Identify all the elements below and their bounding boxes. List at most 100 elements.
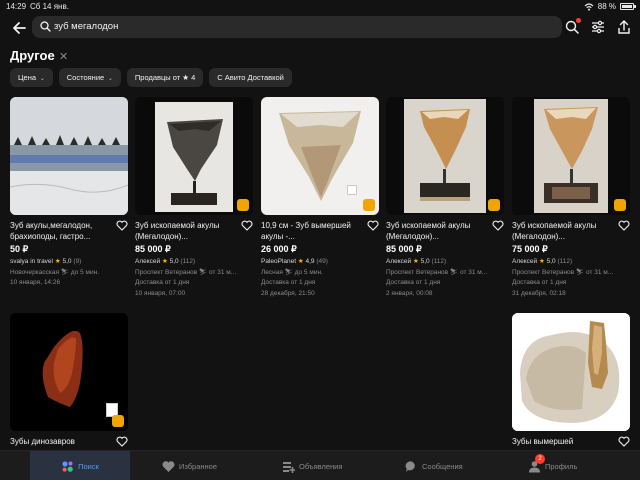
delivery-badge-icon bbox=[488, 199, 500, 211]
tab-messages[interactable]: Сообщения bbox=[405, 451, 463, 480]
filter-settings-icon[interactable] bbox=[590, 19, 606, 35]
listing-title[interactable]: Зуб ископаемой акулы (Мегалодон)... bbox=[386, 220, 504, 242]
tab-favorites-label: Избранное bbox=[179, 461, 218, 471]
filter-price-label: Цена bbox=[18, 73, 37, 82]
star-icon: ★ bbox=[297, 258, 304, 265]
listing-title[interactable]: Зуб ископаемой акулы (Мегалодон)... bbox=[135, 220, 253, 242]
listing-price: 85 000 ₽ bbox=[386, 244, 422, 254]
tab-listings[interactable]: Объявления bbox=[282, 451, 342, 480]
clear-category-icon[interactable]: ✕ bbox=[59, 50, 68, 63]
seller-rating: 5,0 bbox=[420, 258, 430, 265]
listing-photo[interactable] bbox=[261, 97, 379, 215]
profile-icon: 2 bbox=[528, 453, 545, 473]
star-icon: ★ bbox=[161, 258, 168, 265]
listing-title[interactable]: Зубы динозавров bbox=[10, 436, 128, 447]
listing-photo[interactable] bbox=[135, 97, 253, 215]
favorite-heart-icon[interactable] bbox=[241, 220, 253, 231]
tab-search[interactable]: Поиск bbox=[30, 451, 130, 480]
listing-date: 31 декабря, 02:18 bbox=[512, 290, 566, 297]
listing-title[interactable]: Зуб акулы,мегалодон, брахиоподы, гастро.… bbox=[10, 220, 128, 242]
favorite-heart-icon[interactable] bbox=[618, 436, 630, 447]
listing-photo[interactable] bbox=[386, 97, 504, 215]
section-title: Другое bbox=[10, 48, 55, 63]
filter-chips: Цена ⌄ Состояние ⌄ Продавцы от ★ 4 С Ави… bbox=[10, 68, 292, 87]
delivery-badge-icon bbox=[614, 199, 626, 211]
listing-date: 2 января, 00:08 bbox=[386, 290, 433, 297]
listing-photo[interactable] bbox=[512, 313, 630, 431]
status-right: 88 % bbox=[584, 2, 636, 11]
battery-icon bbox=[620, 3, 636, 10]
listing-card[interactable]: Зуб акулы,мегалодон, брахиоподы, гастро.… bbox=[10, 97, 128, 288]
listing-location: Проспект Ветеранов ⛷ от 31 м... bbox=[386, 269, 488, 276]
listing-price: 26 000 ₽ bbox=[261, 244, 297, 254]
favorite-heart-icon[interactable] bbox=[618, 220, 630, 231]
filter-condition[interactable]: Состояние ⌄ bbox=[58, 68, 121, 87]
listing-location: Проспект Ветеранов ⛷ от 31 м... bbox=[135, 269, 237, 276]
seller-name: Алексей bbox=[386, 258, 412, 265]
search-query[interactable]: зуб мегалодон bbox=[54, 21, 118, 32]
listing-card[interactable]: Зуб ископаемой акулы (Мегалодон)... 85 0… bbox=[386, 97, 504, 299]
tab-favorites[interactable]: Избранное bbox=[162, 451, 217, 480]
profile-badge: 2 bbox=[535, 453, 545, 464]
status-bar: 14:29 Сб 14 янв. 88 % bbox=[0, 0, 640, 13]
seller-rating: 5,0 bbox=[169, 258, 179, 265]
seller-name: PaleoPlanet bbox=[261, 258, 297, 265]
seller-info: PaleoPlanet ★ 4,9 (49) bbox=[261, 257, 379, 266]
top-actions bbox=[564, 18, 632, 35]
listing-card[interactable]: Зуб ископаемой акулы (Мегалодон)... 85 0… bbox=[135, 97, 253, 299]
share-icon[interactable] bbox=[616, 19, 632, 35]
listing-date: 10 января, 07:00 bbox=[135, 290, 186, 297]
filter-seller-rating[interactable]: Продавцы от ★ 4 bbox=[126, 68, 204, 87]
seller-name: Алексей bbox=[135, 258, 161, 265]
delivery-badge-icon bbox=[237, 199, 249, 211]
seller-rating: 5,0 bbox=[546, 258, 556, 265]
listing-delivery: Доставка от 1 дня bbox=[512, 279, 567, 286]
listing-card[interactable]: Зубы вымершей bbox=[512, 313, 630, 458]
search-dots-icon bbox=[61, 460, 74, 473]
star-icon: ★ bbox=[538, 258, 545, 265]
star-icon: ★ bbox=[54, 258, 61, 265]
battery-percent: 88 % bbox=[597, 2, 616, 11]
listing-price: 85 000 ₽ bbox=[135, 244, 171, 254]
favorite-heart-icon[interactable] bbox=[116, 220, 128, 231]
status-time: 14:29 bbox=[6, 2, 27, 11]
listing-card[interactable]: 10,9 см - Зуб вымершей акулы -... 26 000… bbox=[261, 97, 379, 299]
chat-icon bbox=[405, 460, 415, 472]
filter-avito-delivery[interactable]: С Авито Доставкой bbox=[209, 68, 292, 87]
tab-profile[interactable]: 2 Профиль bbox=[528, 451, 577, 480]
seller-name: svalya in travel bbox=[10, 258, 53, 265]
filter-price[interactable]: Цена ⌄ bbox=[10, 68, 53, 87]
tab-messages-label: Сообщения bbox=[422, 461, 463, 471]
listing-delivery: Доставка от 1 дня bbox=[135, 279, 190, 286]
scale-marker-icon bbox=[347, 185, 357, 195]
listing-photo[interactable] bbox=[10, 313, 128, 431]
delivery-badge-icon bbox=[112, 415, 124, 427]
seller-info: Алексей ★ 5,0 (112) bbox=[135, 257, 253, 266]
favorite-heart-icon[interactable] bbox=[367, 220, 379, 231]
chevron-down-icon: ⌄ bbox=[38, 76, 45, 82]
listing-price: 75 000 ₽ bbox=[512, 244, 548, 254]
listing-card[interactable]: Зубы динозавров bbox=[10, 313, 128, 458]
seller-rating: 5,0 bbox=[62, 258, 72, 265]
wifi-icon bbox=[584, 2, 594, 11]
favorite-heart-icon[interactable] bbox=[492, 220, 504, 231]
seller-info: Алексей ★ 5,0 (112) bbox=[512, 257, 630, 266]
review-count: (112) bbox=[180, 258, 196, 265]
back-arrow-icon[interactable] bbox=[10, 19, 28, 37]
listing-photo[interactable] bbox=[512, 97, 630, 215]
listings-icon bbox=[283, 461, 295, 473]
saved-search-icon[interactable] bbox=[564, 18, 581, 35]
filter-avito-delivery-label: С Авито Доставкой bbox=[217, 73, 284, 82]
top-bar: зуб мегалодон bbox=[0, 13, 640, 43]
notification-dot bbox=[576, 18, 581, 23]
listing-title[interactable]: Зуб ископаемой акулы (Мегалодон)... bbox=[512, 220, 630, 242]
tab-search-label: Поиск bbox=[78, 461, 99, 471]
heart-icon bbox=[162, 460, 175, 472]
listing-title[interactable]: 10,9 см - Зуб вымершей акулы -... bbox=[261, 220, 379, 242]
favorite-heart-icon[interactable] bbox=[116, 436, 128, 447]
search-field[interactable]: зуб мегалодон bbox=[32, 16, 562, 38]
listing-card[interactable]: Зуб ископаемой акулы (Мегалодон)... 75 0… bbox=[512, 97, 630, 299]
listing-photo[interactable] bbox=[10, 97, 128, 215]
listing-location: Проспект Ветеранов ⛷ от 31 м... bbox=[512, 269, 614, 276]
listing-title[interactable]: Зубы вымершей bbox=[512, 436, 630, 447]
